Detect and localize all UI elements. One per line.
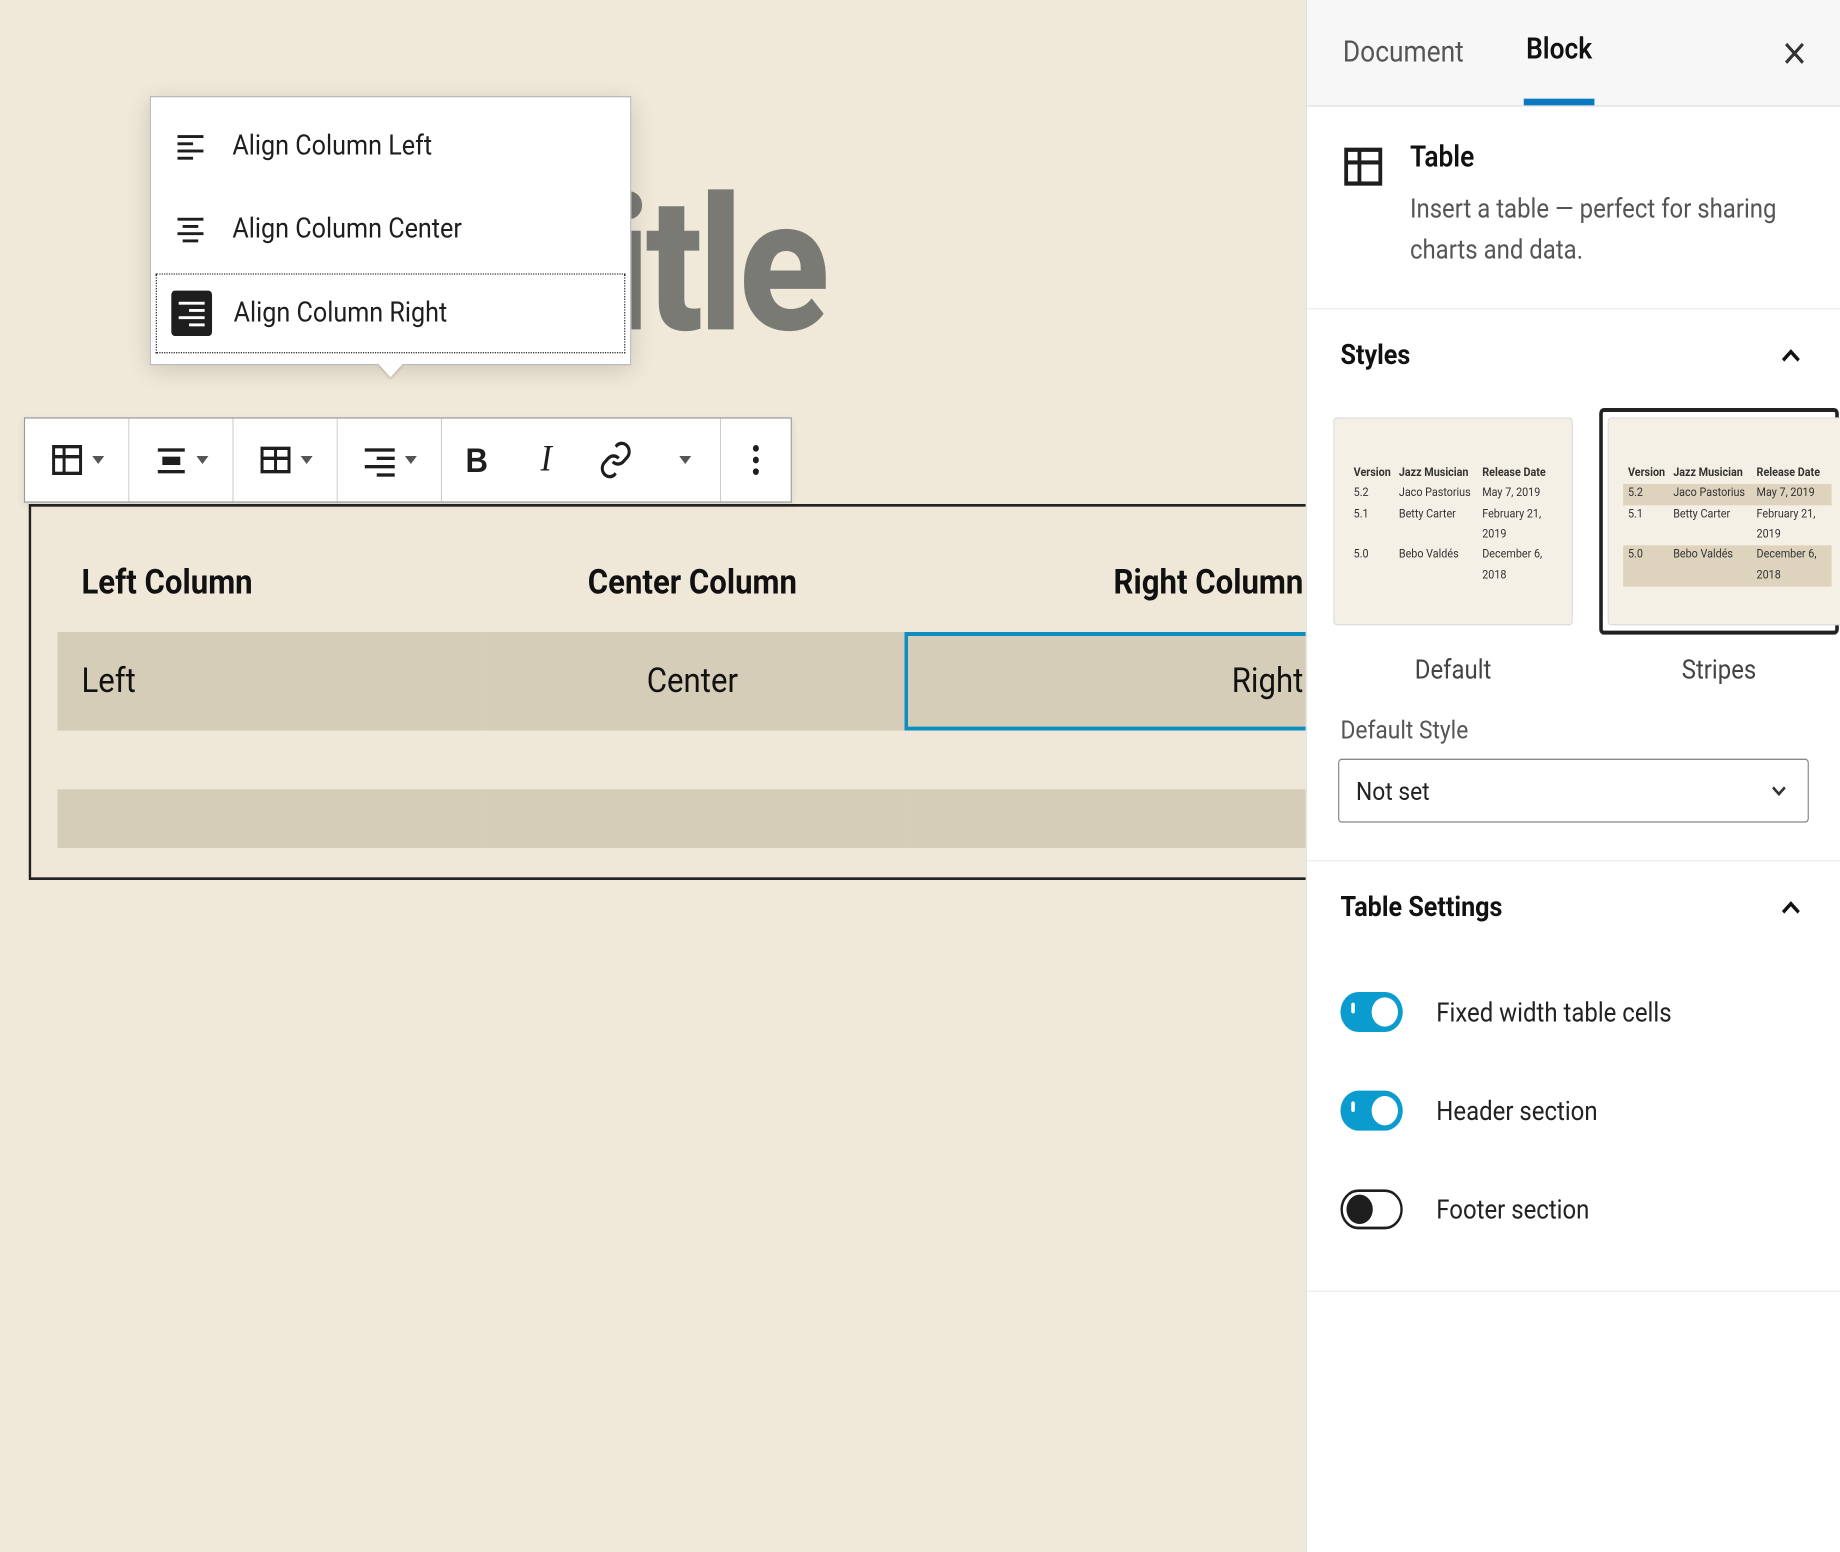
caret-down-icon [196, 456, 208, 464]
align-left-icon [170, 124, 211, 169]
default-style-label: Default Style [1340, 715, 1806, 746]
styles-panel-toggle[interactable]: Styles [1307, 309, 1840, 402]
more-options-button[interactable] [721, 419, 790, 502]
style-option-stripes[interactable]: VersionJazz MusicianRelease Date 5.2Jaco… [1599, 408, 1839, 685]
toggle-label: Fixed width table cells [1436, 996, 1671, 1028]
table-cell[interactable] [481, 789, 904, 848]
align-column-center-item[interactable]: Align Column Center [151, 188, 630, 271]
bold-button[interactable]: B [442, 419, 511, 502]
change-block-type-button[interactable] [25, 419, 128, 502]
edit-table-button[interactable] [234, 419, 337, 502]
caret-down-icon [679, 456, 691, 464]
toggle-switch[interactable] [1340, 1189, 1402, 1229]
block-description-text: Insert a table — perfect for sharing cha… [1410, 188, 1807, 271]
table-header-cell[interactable]: Left Column [58, 533, 481, 632]
align-text-right-icon [362, 440, 398, 480]
style-option-label: Default [1333, 653, 1573, 685]
editable-table[interactable]: Left Column Center Column Right Column L… [58, 533, 1328, 848]
table-cell[interactable]: Center [481, 632, 904, 731]
table-cell[interactable] [58, 789, 481, 848]
table-cell[interactable]: Left [58, 632, 481, 731]
table-header-cell[interactable]: Right Column [904, 533, 1327, 632]
panel-title: Styles [1340, 340, 1410, 372]
toggle-switch[interactable] [1340, 992, 1402, 1032]
caret-down-icon [301, 456, 313, 464]
popover-arrow [379, 364, 403, 377]
align-center-icon [170, 207, 211, 252]
default-style-select[interactable]: Not set [1338, 759, 1809, 823]
caret-down-icon [405, 456, 417, 464]
column-alignment-button[interactable] [338, 419, 441, 502]
chevron-up-icon [1775, 891, 1806, 926]
table-cell[interactable] [481, 731, 904, 790]
vertical-ellipsis-icon [738, 440, 774, 480]
italic-button[interactable]: I [512, 419, 581, 502]
close-sidebar-button[interactable] [1773, 29, 1816, 77]
chevron-up-icon [1775, 339, 1806, 374]
block-alignment-button[interactable] [129, 419, 232, 502]
table-row [58, 731, 1328, 790]
block-description: Table Insert a table — perfect for shari… [1307, 107, 1840, 310]
table-settings-panel-toggle[interactable]: Table Settings [1307, 861, 1840, 954]
toggle-label: Footer section [1436, 1193, 1589, 1225]
table-header-cell[interactable]: Center Column [481, 533, 904, 632]
tab-block[interactable]: Block [1524, 1, 1595, 105]
align-right-icon [171, 291, 212, 336]
table-block[interactable]: Left Column Center Column Right Column L… [29, 504, 1356, 880]
close-icon [1780, 37, 1809, 69]
block-toolbar: B I [24, 417, 792, 502]
chevron-down-icon [1767, 777, 1791, 804]
tab-document[interactable]: Document [1340, 4, 1466, 101]
align-column-left-item[interactable]: Align Column Left [151, 105, 630, 188]
caret-down-icon [92, 456, 104, 464]
table-header-row: Left Column Center Column Right Column [58, 533, 1328, 632]
table-row: Left Center Right [58, 632, 1328, 731]
style-option-default[interactable]: VersionJazz MusicianRelease Date 5.2Jaco… [1333, 408, 1573, 685]
align-center-block-icon [153, 440, 189, 480]
styles-panel: Styles VersionJazz MusicianRelease Date … [1307, 309, 1840, 861]
column-align-dropdown: Align Column Left Align Column Center Al… [150, 96, 632, 365]
toggle-label: Header section [1436, 1095, 1597, 1127]
table-cell[interactable] [904, 731, 1327, 790]
toggle-fixed-width: Fixed width table cells [1340, 963, 1806, 1062]
table-settings-panel: Table Settings Fixed width table cells H… [1307, 861, 1840, 1292]
sidebar-tabs: Document Block [1307, 0, 1840, 107]
editor-canvas: title Align Column Left Align Column Cen… [0, 0, 1378, 1552]
toggle-switch[interactable] [1340, 1091, 1402, 1131]
panel-title: Table Settings [1340, 892, 1502, 924]
block-name: Table [1410, 141, 1807, 174]
align-column-right-item[interactable]: Align Column Right [156, 273, 626, 353]
table-icon [49, 440, 85, 480]
dropdown-item-label: Align Column Right [234, 297, 448, 329]
table-cell-selected[interactable]: Right [904, 632, 1327, 731]
style-option-label: Stripes [1599, 653, 1839, 685]
table-cell[interactable] [58, 731, 481, 790]
settings-sidebar: Document Block Table Insert a table — pe… [1306, 0, 1840, 1552]
table-row [58, 789, 1328, 848]
link-button[interactable] [581, 419, 650, 502]
more-rich-text-button[interactable] [650, 419, 719, 502]
toggle-footer-section: Footer section [1340, 1160, 1806, 1259]
table-block-icon [1340, 141, 1386, 192]
toggle-header-section: Header section [1340, 1061, 1806, 1160]
link-icon [598, 440, 634, 480]
dropdown-item-label: Align Column Left [232, 131, 432, 163]
table-edit-icon [258, 440, 294, 480]
table-cell[interactable] [904, 789, 1327, 848]
select-value: Not set [1356, 775, 1430, 806]
dropdown-item-label: Align Column Center [232, 213, 462, 245]
